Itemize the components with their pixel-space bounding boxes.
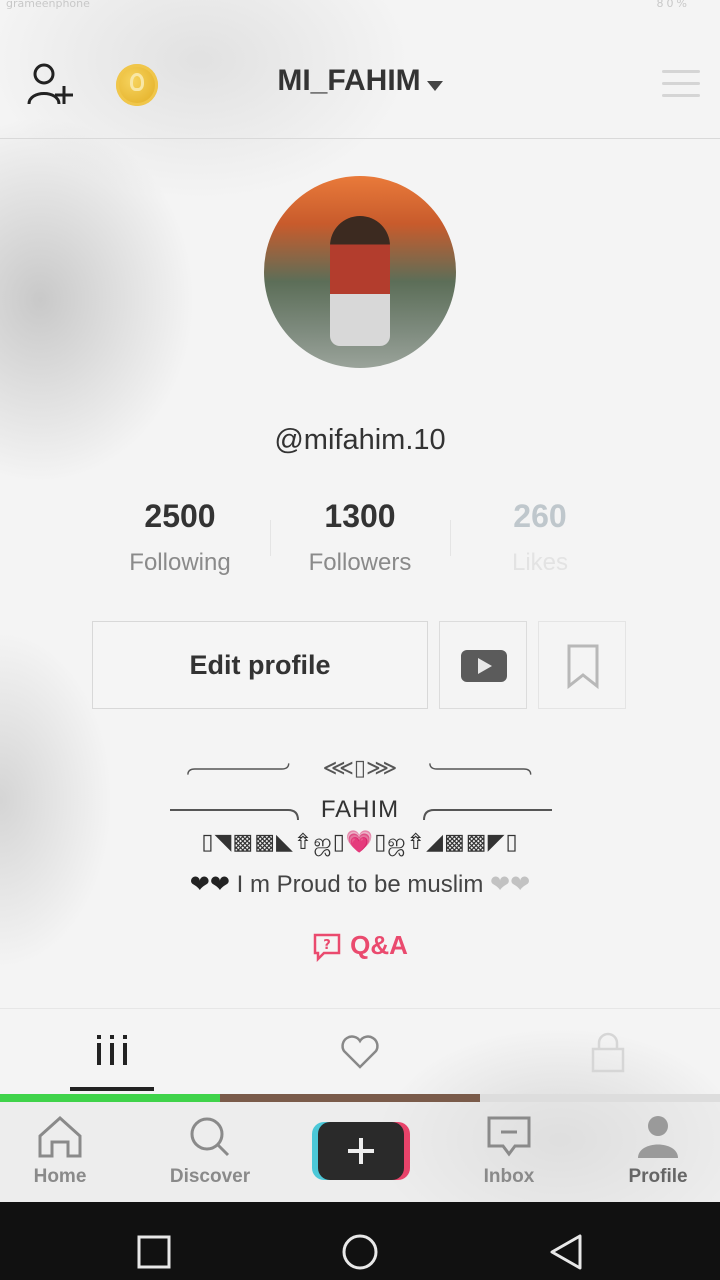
followers-count: 1300 [324, 498, 396, 534]
qa-link[interactable]: ? Q&A [0, 930, 720, 963]
stat-following[interactable]: 2500 Following [90, 498, 270, 577]
tab-liked[interactable] [320, 1029, 400, 1079]
menu-icon[interactable] [662, 70, 700, 98]
stat-followers[interactable]: 1300 Followers [270, 498, 450, 577]
nav-home[interactable]: Home [0, 1114, 120, 1188]
edit-profile-button[interactable]: Edit profile [92, 621, 428, 709]
profile-icon [638, 1116, 678, 1158]
profile-stats: 2500 Following 1300 Followers 260 Likes [90, 498, 630, 588]
tab-videos[interactable] [72, 1029, 152, 1079]
content-tabs [0, 1008, 720, 1095]
inbox-icon [487, 1116, 531, 1157]
nav-home-label: Home [33, 1166, 87, 1187]
search-icon [190, 1117, 230, 1157]
youtube-button[interactable] [439, 621, 527, 709]
nav-inbox-label: Inbox [483, 1166, 535, 1187]
svg-text:?: ? [323, 938, 331, 953]
bottom-navigation: Home Discover Inbox Profile [0, 1102, 720, 1202]
home-icon [38, 1115, 82, 1158]
bio-symbol: ⋘▯⋙ [322, 756, 398, 781]
system-navigation-bar [0, 1202, 720, 1280]
youtube-icon [461, 650, 507, 682]
following-count: 2500 [144, 498, 216, 534]
status-bar: grameenphone 80% [0, 0, 720, 14]
carrier-name: grameenphone [6, 0, 90, 10]
profile-header: MI_FAHIM [0, 28, 720, 139]
nav-profile-label: Profile [628, 1166, 688, 1187]
followers-label: Followers [308, 549, 412, 576]
bio-tagline: ❤❤ I m Proud to be muslim ❤❤ [140, 870, 580, 899]
following-label: Following [129, 549, 231, 576]
stat-likes[interactable]: 260 Likes [450, 498, 630, 577]
battery-level: 80% [656, 0, 690, 10]
likes-count: 260 [513, 498, 567, 534]
avatar[interactable] [264, 176, 456, 368]
active-tab-indicator [70, 1087, 154, 1091]
bookmark-button[interactable] [538, 621, 626, 709]
tagline-text: I m Proud to be muslim [229, 871, 491, 898]
nav-inbox[interactable]: Inbox [449, 1114, 569, 1188]
video-grid-preview[interactable] [0, 1094, 720, 1102]
profile-username: @mifahim.10 [274, 424, 446, 456]
bookmark-icon [567, 644, 599, 690]
chevron-down-icon [426, 80, 443, 91]
back-icon[interactable] [546, 1232, 586, 1272]
account-switcher[interactable]: MI_FAHIM [0, 64, 720, 98]
bio-name: FAHIM [320, 796, 400, 823]
qa-label: Q&A [350, 930, 408, 960]
tagline-hearts-right: ❤❤ [490, 871, 531, 898]
nav-discover-label: Discover [169, 1166, 251, 1187]
profile-bio: ⋘▯⋙ FAHIM ▯◥▩▩◣⇮ஜ▯💗▯ஜ⇮◢▩▩◤▯ ❤❤ I m Proud… [140, 756, 580, 899]
nav-profile[interactable]: Profile [598, 1114, 718, 1188]
plus-icon[interactable] [318, 1122, 404, 1180]
bio-decor-line: ▯◥▩▩◣⇮ஜ▯💗▯ஜ⇮◢▩▩◤▯ [201, 830, 519, 855]
likes-label: Likes [511, 549, 569, 576]
tagline-hearts-left: ❤❤ [189, 871, 230, 898]
heart-icon [341, 1035, 379, 1069]
lock-icon [591, 1032, 625, 1073]
grid-icon [97, 1035, 127, 1065]
nav-discover[interactable]: Discover [150, 1114, 270, 1188]
circle-icon[interactable] [340, 1232, 380, 1272]
account-title: MI_FAHIM [277, 64, 421, 97]
square-icon[interactable] [136, 1234, 172, 1270]
qa-icon: ? [313, 933, 341, 963]
tab-private[interactable] [568, 1029, 648, 1079]
